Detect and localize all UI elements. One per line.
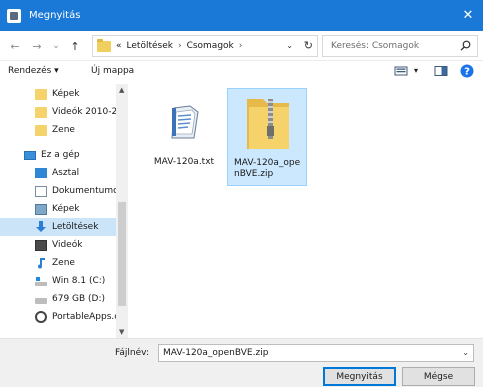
address-row: ← → ⌄ ↑ « Letöltések › Csomagok › ⌄ ↻ — [0, 31, 483, 61]
recent-locations-dropdown-icon[interactable]: ⌄ — [50, 38, 62, 54]
sidebar-item-label: Ez a gép — [41, 150, 80, 160]
computer-icon — [24, 150, 36, 160]
preview-pane-icon[interactable] — [434, 65, 448, 80]
desktop-icon — [35, 168, 47, 178]
videos-icon — [35, 239, 47, 251]
sidebar-item-downloads[interactable]: Letöltések — [0, 218, 116, 236]
portableapps-icon — [35, 311, 47, 323]
file-name: MAV-120a_openBVE.zip — [234, 158, 301, 179]
zip-folder-icon — [231, 93, 303, 153]
sidebar-item-label: Videók 2010-201 — [52, 107, 116, 117]
window-title: Megnyitás — [29, 10, 81, 21]
filename-dropdown-icon[interactable]: ⌄ — [462, 348, 469, 357]
downloads-icon — [35, 221, 47, 233]
search-box[interactable] — [322, 35, 478, 57]
dialog-footer: Fájlnév: ⌄ Megnyitás Mégse — [0, 338, 483, 387]
back-arrow-icon[interactable]: ← — [8, 38, 22, 54]
breadcrumb-packages[interactable]: Csomagok — [187, 41, 234, 51]
sidebar-item-label: Win 8.1 (C:) — [52, 276, 106, 286]
breadcrumb-overflow[interactable]: « — [116, 41, 122, 51]
sidebar-item-label: Képek — [52, 204, 80, 214]
sidebar-item-label: Videók — [52, 240, 83, 250]
file-list[interactable]: MAV-120a.txt MAV-120a_openBVE.zip — [129, 84, 483, 338]
breadcrumb-separator[interactable]: › — [178, 41, 182, 51]
sidebar-item-label: Asztal — [52, 168, 80, 178]
sidebar-item-asztal[interactable]: Asztal — [0, 164, 116, 182]
sidebar-item-videok-2010[interactable]: Videók 2010-201 — [0, 103, 116, 121]
cancel-button[interactable]: Mégse — [402, 367, 475, 386]
address-bar[interactable]: « Letöltések › Csomagok › ⌄ ↻ — [92, 35, 318, 57]
sidebar-item-dokumentumok[interactable]: Dokumentumok — [0, 182, 116, 200]
windows-drive-icon — [35, 276, 47, 287]
file-name: MAV-120a.txt — [153, 157, 215, 167]
close-button[interactable]: ✕ — [453, 0, 483, 31]
filename-input[interactable] — [163, 348, 453, 358]
sidebar-item-pictures[interactable]: Képek — [0, 200, 116, 218]
sidebar-item-portableapps[interactable]: PortableApps.co — [0, 308, 116, 326]
change-view-dropdown-icon[interactable]: ▾ — [414, 66, 418, 75]
file-item-zip[interactable]: MAV-120a_openBVE.zip — [227, 88, 307, 186]
command-bar: Rendezés ▾ Új mappa ▾ ? — [0, 61, 483, 84]
folder-icon — [35, 124, 47, 136]
sidebar-item-drive-c[interactable]: Win 8.1 (C:) — [0, 272, 116, 290]
open-button[interactable]: Megnyitás — [323, 367, 396, 386]
new-folder-button[interactable]: Új mappa — [91, 66, 134, 76]
refresh-icon[interactable]: ↻ — [304, 39, 313, 52]
change-view-icon[interactable] — [394, 65, 408, 80]
sidebar-item-kepek[interactable]: Képek — [0, 85, 116, 103]
sidebar-item-label: Letöltések — [52, 222, 99, 232]
sidebar-item-label: 679 GB (D:) — [52, 294, 106, 304]
help-icon[interactable]: ? — [460, 64, 474, 81]
title-bar: Megnyitás ✕ — [0, 0, 483, 31]
sidebar-item-label: Dokumentumok — [52, 186, 116, 196]
scrollbar-thumb[interactable] — [118, 202, 126, 306]
sidebar-item-label: Képek — [52, 89, 80, 99]
search-icon — [460, 40, 471, 51]
sidebar-item-videos[interactable]: Videók — [0, 236, 116, 254]
breadcrumb-downloads[interactable]: Letöltések — [127, 41, 173, 51]
documents-icon — [35, 185, 47, 197]
drive-icon — [35, 298, 47, 304]
sidebar-item-drive-d[interactable]: 679 GB (D:) — [0, 290, 116, 308]
filename-label: Fájlnév: — [115, 348, 149, 358]
app-icon — [7, 8, 21, 23]
up-arrow-icon[interactable]: ↑ — [68, 38, 82, 54]
sidebar-item-label: PortableApps.co — [52, 312, 116, 322]
sidebar-item-music[interactable]: Zene — [0, 254, 116, 272]
folder-icon — [35, 88, 47, 100]
scroll-down-icon[interactable]: ▼ — [119, 328, 124, 336]
filename-combo[interactable]: ⌄ — [158, 344, 474, 362]
sidebar-item-label: Zene — [52, 258, 75, 268]
navigation-pane[interactable]: Képek Videók 2010-201 Zene Ez a gép Aszt… — [0, 84, 128, 338]
folder-icon — [97, 38, 111, 52]
help-glyph: ? — [464, 67, 470, 78]
text-file-icon — [148, 92, 220, 152]
address-dropdown-icon[interactable]: ⌄ — [286, 41, 293, 50]
forward-arrow-icon[interactable]: → — [30, 38, 44, 54]
sidebar-item-this-pc[interactable]: Ez a gép — [0, 146, 116, 164]
music-icon — [35, 257, 47, 269]
folder-icon — [35, 106, 47, 118]
sidebar-scrollbar[interactable]: ▲ ▼ — [116, 84, 128, 338]
organize-button[interactable]: Rendezés ▾ — [8, 66, 59, 76]
sidebar-item-label: Zene — [52, 125, 75, 135]
breadcrumb-separator[interactable]: › — [239, 41, 243, 51]
file-item-txt[interactable]: MAV-120a.txt — [144, 88, 224, 186]
search-input[interactable] — [331, 41, 451, 51]
sidebar-item-zene[interactable]: Zene — [0, 121, 116, 139]
pictures-icon — [35, 203, 47, 215]
scroll-up-icon[interactable]: ▲ — [119, 86, 124, 94]
